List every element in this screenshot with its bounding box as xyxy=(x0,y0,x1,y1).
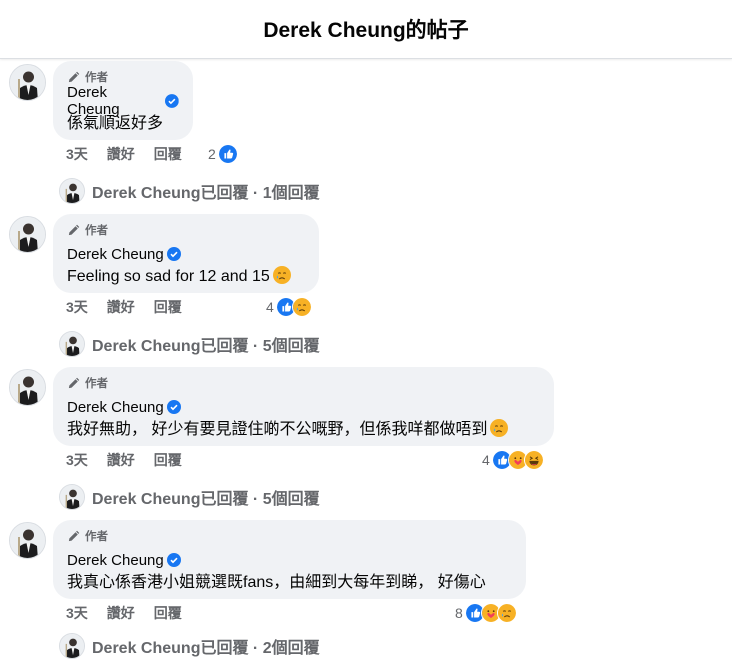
verified-badge-icon xyxy=(165,94,179,108)
author-badge: 作者 xyxy=(67,375,540,391)
commenter-name[interactable]: Derek Cheung xyxy=(67,552,164,569)
avatar[interactable] xyxy=(9,216,46,253)
sad-icon xyxy=(496,603,517,623)
reply-button[interactable]: 回覆 xyxy=(154,450,182,470)
author-badge: 作者 xyxy=(67,222,305,238)
commenter-name[interactable]: Derek Cheung xyxy=(67,399,164,416)
reply-summary: Derek Cheung已回覆 · 2個回覆 xyxy=(92,640,320,657)
reaction-summary[interactable]: 8 xyxy=(455,603,517,623)
reply-button[interactable]: 回覆 xyxy=(154,297,182,317)
comment-bubble: 作者 Derek Cheung 我好無助， 好少有要見證住啲不公嘅野，但係我咩都… xyxy=(53,367,554,446)
reply-summary: Derek Cheung已回覆 · 5個回覆 xyxy=(92,338,320,355)
reaction-count: 4 xyxy=(482,452,490,468)
comment-time[interactable]: 3天 xyxy=(66,144,88,164)
avatar[interactable] xyxy=(9,369,46,406)
avatar xyxy=(59,484,85,510)
author-badge: 作者 xyxy=(67,528,512,544)
reaction-count: 8 xyxy=(455,605,463,621)
verified-badge-icon xyxy=(167,400,181,414)
sad-icon xyxy=(291,297,312,317)
avatar xyxy=(59,633,85,659)
reply-button[interactable]: 回覆 xyxy=(154,144,182,164)
reaction-count: 2 xyxy=(208,146,216,162)
author-badge-label: 作者 xyxy=(85,72,108,84)
view-replies-link[interactable]: Derek Cheung已回覆 · 1個回覆 xyxy=(59,177,320,205)
author-badge-label: 作者 xyxy=(85,225,108,237)
comment-text: Feeling so sad for 12 and 15 xyxy=(67,268,270,285)
pen-icon xyxy=(67,530,80,543)
sad-tear-emoji-icon xyxy=(490,419,508,437)
comment-time[interactable]: 3天 xyxy=(66,297,88,317)
avatar xyxy=(59,178,85,204)
reply-summary: Derek Cheung已回覆 · 1個回覆 xyxy=(92,185,320,202)
comment-time[interactable]: 3天 xyxy=(66,603,88,623)
comment-time[interactable]: 3天 xyxy=(66,450,88,470)
like-icon xyxy=(217,144,238,164)
reply-button[interactable]: 回覆 xyxy=(154,603,182,623)
author-badge-label: 作者 xyxy=(85,378,108,390)
avatar[interactable] xyxy=(9,522,46,559)
verified-badge-icon xyxy=(167,553,181,567)
like-button[interactable]: 讚好 xyxy=(107,144,135,164)
commenter-name[interactable]: Derek Cheung xyxy=(67,246,164,263)
like-button[interactable]: 讚好 xyxy=(107,603,135,623)
avatar[interactable] xyxy=(9,64,46,101)
reply-summary: Derek Cheung已回覆 · 5個回覆 xyxy=(92,491,320,508)
comment-bubble: 作者 Derek Cheung 我真心係香港小姐競選既fans，由細到大每年到睇… xyxy=(53,520,526,599)
pen-icon xyxy=(67,377,80,390)
post-header: Derek Cheung的帖子 xyxy=(0,0,732,59)
page-title: Derek Cheung的帖子 xyxy=(263,19,469,42)
reaction-summary[interactable]: 4 xyxy=(482,450,544,470)
verified-badge-icon xyxy=(167,247,181,261)
comment-text: 我真心係香港小姐競選既fans，由細到大每年到睇， 好傷心 xyxy=(67,574,486,591)
avatar xyxy=(59,331,85,357)
sad-tear-emoji-icon xyxy=(273,266,291,284)
comment-text: 我好無助， 好少有要見證住啲不公嘅野，但係我咩都做唔到 xyxy=(67,421,488,438)
comment-text: 係氣順返好多 xyxy=(67,115,164,132)
pen-icon xyxy=(67,71,80,84)
comment-bubble: 作者 Derek Cheung 係氣順返好多 xyxy=(53,61,193,140)
reaction-summary[interactable]: 4 xyxy=(266,297,312,317)
pen-icon xyxy=(67,224,80,237)
like-button[interactable]: 讚好 xyxy=(107,450,135,470)
author-badge-label: 作者 xyxy=(85,531,108,543)
view-replies-link[interactable]: Derek Cheung已回覆 · 5個回覆 xyxy=(59,483,320,511)
haha-icon xyxy=(523,450,544,470)
reaction-count: 4 xyxy=(266,299,274,315)
like-button[interactable]: 讚好 xyxy=(107,297,135,317)
reaction-summary[interactable]: 2 xyxy=(208,144,238,164)
view-replies-link[interactable]: Derek Cheung已回覆 · 5個回覆 xyxy=(59,330,320,358)
comment-bubble: 作者 Derek Cheung Feeling so sad for 12 an… xyxy=(53,214,319,293)
view-replies-link[interactable]: Derek Cheung已回覆 · 2個回覆 xyxy=(59,632,320,660)
author-badge: 作者 xyxy=(67,69,179,85)
